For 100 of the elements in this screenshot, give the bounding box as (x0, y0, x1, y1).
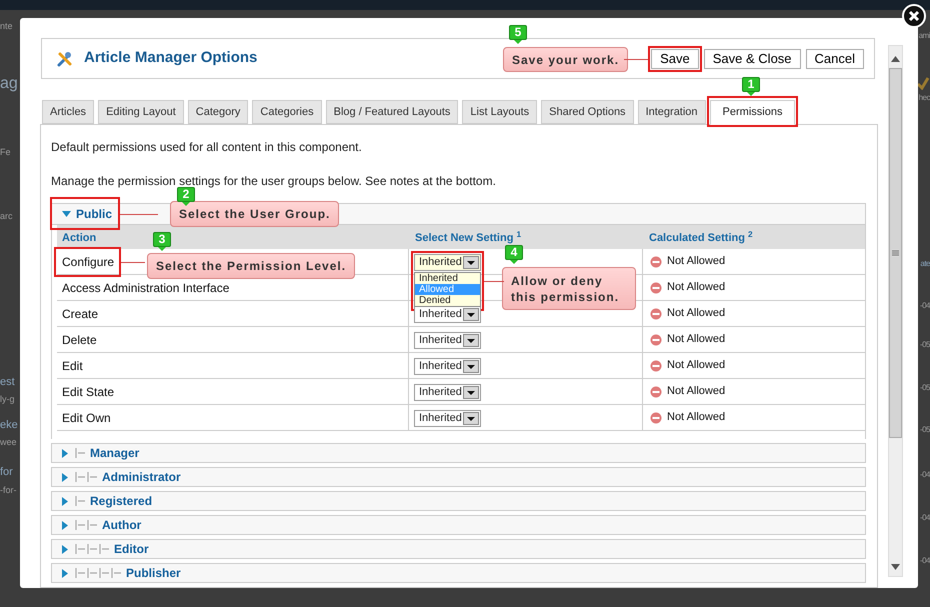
calculated-setting: Not Allowed (667, 280, 726, 296)
tab[interactable]: Integration (638, 100, 706, 124)
tab[interactable]: Categories (252, 100, 322, 124)
intro-text: Default permissions used for all content in this component. (51, 139, 362, 155)
dropdown[interactable]: Inherited (414, 358, 481, 375)
background-text: -04 (920, 512, 930, 524)
toolbar-button[interactable]: Save & Close (704, 48, 801, 68)
tab[interactable]: List Layouts (462, 100, 538, 124)
tree-branch-icon (87, 543, 97, 555)
background-text: for (0, 465, 13, 480)
background-text: ly-g (0, 393, 15, 406)
toolbar-button[interactable]: Save (651, 48, 699, 68)
group-name: Editor (114, 541, 149, 558)
minus-circle-icon (650, 282, 662, 294)
dropdown[interactable]: Inherited (414, 410, 481, 427)
group-name: Author (102, 517, 142, 534)
leader-line (484, 281, 504, 282)
tab[interactable]: Editing Layout (98, 100, 184, 124)
check-icon (916, 76, 930, 90)
action-name: Delete (62, 332, 97, 348)
caret-icon (467, 364, 475, 368)
badge-pointer-icon (510, 260, 518, 264)
background-text: -04 (920, 469, 930, 481)
calculated-setting: Not Allowed (667, 332, 726, 348)
step-badge: 4 (505, 245, 523, 260)
close-icon[interactable] (902, 4, 926, 28)
background-text: nte (0, 20, 13, 33)
callout-tooltip: Save your work. (503, 47, 628, 72)
dropdown-option[interactable]: Denied (415, 295, 480, 306)
caret-icon (467, 390, 475, 394)
dropdown[interactable]: Inherited (414, 384, 481, 401)
tools-icon (56, 50, 74, 68)
minus-circle-icon (650, 386, 662, 398)
action-name: Configure (62, 254, 114, 270)
toolbar-button[interactable]: Cancel (806, 48, 864, 68)
highlight-frame (50, 197, 120, 230)
calculated-setting: Not Allowed (667, 358, 726, 374)
callout-tooltip: Select the User Group. (170, 201, 340, 227)
background-text: -05 (920, 382, 930, 394)
callout-tooltip: Select the Permission Level. (147, 253, 356, 279)
highlight-frame (648, 46, 702, 72)
group-header[interactable]: Manager (51, 443, 866, 463)
badge-pointer-icon (514, 40, 522, 44)
tab[interactable]: Shared Options (541, 100, 634, 124)
scrollbar[interactable] (888, 45, 903, 577)
tab[interactable]: Blog / Featured Layouts (326, 100, 458, 124)
background-text: ag (0, 74, 18, 94)
tab[interactable]: Articles (42, 100, 94, 124)
tree-branch-icon (75, 567, 85, 579)
scroll-up-icon[interactable] (891, 56, 900, 62)
scroll-down-icon[interactable] (891, 564, 900, 570)
step-badge: 5 (509, 25, 527, 40)
calculated-setting: Not Allowed (667, 410, 726, 426)
step-badge: 2 (177, 187, 195, 202)
dropdown[interactable]: Inherited (414, 332, 481, 349)
dropdown[interactable]: Inherited (414, 306, 481, 323)
background-text: Fe (0, 146, 11, 159)
calculated-setting: Not Allowed (667, 384, 726, 400)
action-name: Edit State (62, 384, 114, 400)
tree-branch-icon (87, 567, 97, 579)
step-badge: 1 (742, 77, 760, 92)
group-header[interactable]: Editor (51, 539, 866, 559)
column-header: Action (62, 232, 96, 244)
caret-icon (467, 260, 475, 264)
background-text: est (0, 375, 15, 390)
tree-branch-icon (99, 543, 109, 555)
tree-branch-icon (75, 543, 85, 555)
dropdown-option[interactable]: Inherited (415, 273, 480, 284)
background-text: eke (0, 418, 18, 433)
tree-branch-icon (99, 567, 109, 579)
dropdown[interactable]: Inherited (414, 254, 481, 271)
group-header[interactable]: Author (51, 515, 866, 535)
tree-branch-icon (75, 519, 85, 531)
background-text: -for- (0, 484, 16, 497)
caret-icon (467, 338, 475, 342)
highlight-frame (54, 246, 122, 276)
action-name: Create (62, 306, 98, 322)
background-text: -04 (920, 555, 930, 567)
tab[interactable]: Category (188, 100, 248, 124)
action-name: Access Administration Interface (62, 280, 230, 296)
group-header[interactable]: Registered (51, 491, 866, 511)
calculated-setting: Not Allowed (667, 306, 726, 322)
background-text: hec (918, 92, 930, 104)
group-name: Manager (90, 445, 140, 462)
minus-circle-icon (650, 360, 662, 372)
badge-pointer-icon (158, 247, 166, 251)
caret-icon (467, 416, 475, 420)
group-name: Administrator (102, 469, 181, 486)
minus-circle-icon (650, 412, 662, 424)
group-header[interactable]: Administrator (51, 467, 866, 487)
tree-branch-icon (111, 567, 121, 579)
background-text: -05 (920, 339, 930, 351)
tree-branch-icon (87, 519, 97, 531)
step-badge: 3 (153, 232, 171, 247)
scrollbar-thumb[interactable] (889, 68, 902, 438)
tab[interactable]: Permissions (710, 100, 796, 125)
group-name: Registered (90, 493, 152, 510)
intro-text: Manage the permission settings for the user groups below. See notes at the bottom. (51, 173, 496, 189)
background-text: arc (0, 210, 13, 223)
group-header[interactable]: Publisher (51, 563, 866, 583)
